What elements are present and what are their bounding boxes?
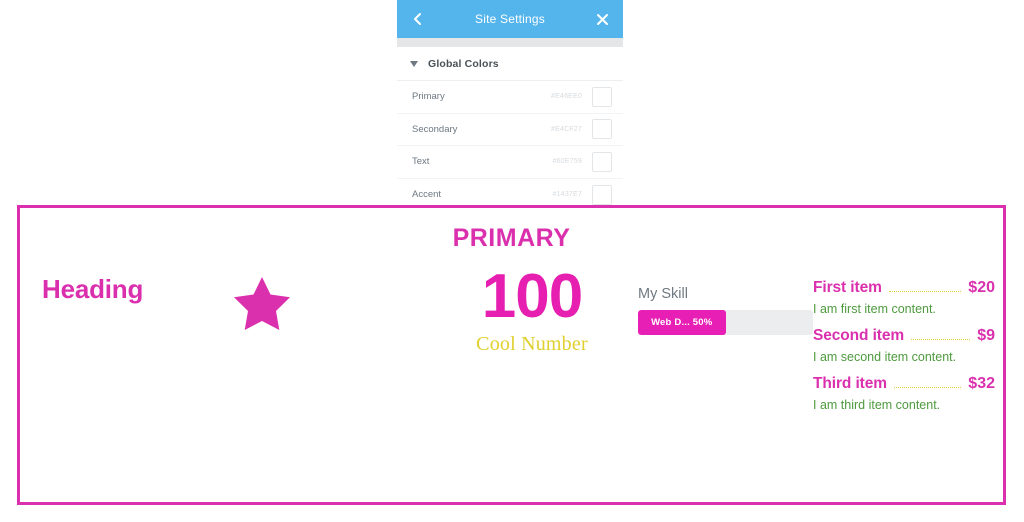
- chevron-left-icon[interactable]: [409, 10, 427, 28]
- color-name: Accent: [412, 189, 442, 201]
- price-dot-leader: [911, 339, 971, 340]
- section-title: PRIMARY: [452, 224, 571, 252]
- skill-bar-fill: Web D... 50%: [638, 310, 726, 335]
- price-dot-leader: [893, 387, 962, 388]
- color-row[interactable]: Primary #E46EE0: [397, 81, 623, 114]
- price-item-amount: $32: [968, 375, 995, 392]
- price-row: First item $20: [813, 279, 995, 297]
- color-swatch-secondary[interactable]: [592, 119, 612, 140]
- color-hex: #60E759: [552, 158, 582, 166]
- price-item-description: I am first item content.: [813, 302, 936, 316]
- heading-widget: Heading: [42, 274, 144, 304]
- color-swatch-text[interactable]: [592, 151, 612, 172]
- price-item-title: Third item: [813, 375, 887, 392]
- color-hex: #1437E7: [552, 191, 582, 199]
- color-name: Secondary: [412, 123, 458, 135]
- price-item-description: I am third item content.: [813, 398, 941, 412]
- close-icon[interactable]: [593, 10, 611, 28]
- color-hex: #E46EE0: [551, 93, 582, 101]
- price-item-title: Second item: [813, 327, 905, 344]
- section-label: Global Colors: [428, 57, 499, 70]
- section-global-colors[interactable]: Global Colors: [397, 47, 623, 81]
- panel-header: Site Settings: [397, 0, 623, 38]
- color-row[interactable]: Text #60E759: [397, 146, 623, 179]
- price-item-amount: $9: [977, 327, 995, 344]
- price-row: Third item $32: [813, 375, 995, 393]
- price-list-item: First item $20 I am first item content.: [813, 279, 995, 316]
- price-row: Second item $9: [813, 327, 995, 345]
- price-item-amount: $20: [968, 279, 995, 296]
- preview-canvas: PRIMARY Heading 100 Cool Number My Skill…: [17, 205, 1006, 505]
- counter-widget: 100 Cool Number: [420, 264, 644, 356]
- color-name: Primary: [412, 91, 445, 103]
- color-swatch-primary[interactable]: [592, 86, 612, 107]
- skill-bar-widget: My Skill Web D... 50%: [638, 286, 813, 335]
- site-settings-panel: Site Settings Global Colors Primary #E46…: [397, 0, 623, 207]
- color-name: Text: [412, 156, 430, 168]
- skill-bar-track: Web D... 50%: [638, 310, 813, 335]
- counter-number: 100: [481, 262, 583, 331]
- counter-caption: Cool Number: [476, 333, 588, 356]
- price-list-widget: First item $20 I am first item content. …: [813, 279, 995, 412]
- color-swatch-accent[interactable]: [592, 184, 612, 205]
- skill-bar-text: Web D... 50%: [651, 317, 713, 328]
- skill-label: My Skill: [638, 286, 688, 302]
- price-list-item: Second item $9 I am second item content.: [813, 327, 995, 364]
- color-row[interactable]: Accent #1437E7: [397, 179, 623, 208]
- star-icon: [233, 275, 291, 331]
- price-item-title: First item: [813, 279, 882, 296]
- price-item-description: I am second item content.: [813, 350, 957, 364]
- panel-title: Site Settings: [475, 12, 545, 26]
- price-dot-leader: [888, 291, 962, 292]
- caret-down-icon: [409, 59, 419, 69]
- panel-subbar: [397, 38, 623, 47]
- price-list-item: Third item $32 I am third item content.: [813, 375, 995, 412]
- color-row[interactable]: Secondary #E4CF27: [397, 114, 623, 146]
- color-hex: #E4CF27: [551, 125, 582, 133]
